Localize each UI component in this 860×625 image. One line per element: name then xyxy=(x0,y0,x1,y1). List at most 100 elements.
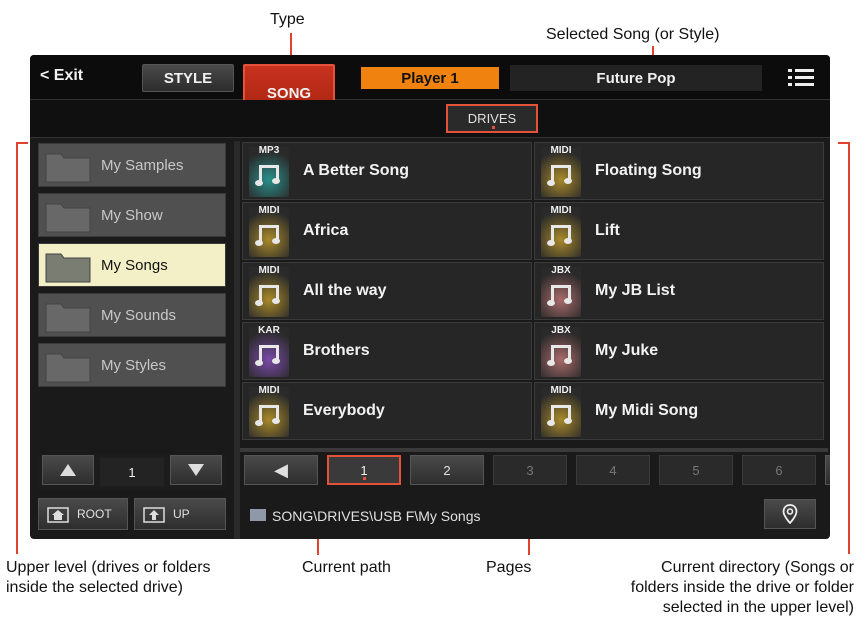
song-item[interactable]: MIDI Lift xyxy=(534,202,824,260)
folder-item[interactable]: My Songs xyxy=(38,243,226,287)
page-button[interactable]: 1 xyxy=(327,455,401,485)
root-button[interactable]: ROOT xyxy=(38,498,128,530)
folder-item[interactable]: My Sounds xyxy=(38,293,226,337)
page-button[interactable]: 5 xyxy=(659,455,733,485)
folder-page-number: 1 xyxy=(100,458,164,486)
song-item[interactable]: MIDI Africa xyxy=(242,202,532,260)
folder-label: My Songs xyxy=(101,257,168,274)
scroll-up-button[interactable] xyxy=(42,455,94,485)
folder-icon xyxy=(45,353,91,383)
file-type-label: MIDI xyxy=(258,385,280,396)
path-bar: SONG\DRIVES\USB F\My Songs xyxy=(242,495,825,535)
callout-upper-level-tick-top xyxy=(16,142,28,144)
folder-item[interactable]: My Show xyxy=(38,193,226,237)
tab-indicator-dot xyxy=(492,126,495,129)
callout-current-directory: Current directory (Songs or folders insi… xyxy=(630,559,854,616)
page-button[interactable]: 4 xyxy=(576,455,650,485)
song-label: A Better Song xyxy=(303,162,410,179)
triangle-up-icon xyxy=(60,464,76,476)
root-label: ROOT xyxy=(77,507,112,521)
callout-type: Type xyxy=(270,11,305,28)
file-type-label: MIDI xyxy=(258,265,280,276)
song-item[interactable]: JBX My JB List xyxy=(534,262,824,320)
top-bar: < Exit STYLE SONG Player 1 Future Pop xyxy=(30,55,830,122)
scroll-down-button[interactable] xyxy=(170,455,222,485)
song-label: Brothers xyxy=(303,342,370,359)
exit-button[interactable]: < Exit xyxy=(40,67,83,85)
page-prev-button[interactable]: ◀ xyxy=(244,455,318,485)
page-selector: ◀ 123456 ▶ xyxy=(244,455,830,487)
song-label: My Midi Song xyxy=(595,402,699,419)
page-button[interactable]: 2 xyxy=(410,455,484,485)
song-label: Floating Song xyxy=(595,162,702,179)
page-button[interactable]: 3 xyxy=(493,455,567,485)
page-indicator-dot xyxy=(363,477,366,480)
style-type-button[interactable]: STYLE xyxy=(142,64,234,92)
song-item[interactable]: MIDI My Midi Song xyxy=(534,382,824,440)
music-note-icon xyxy=(255,165,280,186)
folder-item[interactable]: My Samples xyxy=(38,143,226,187)
folder-icon xyxy=(45,203,91,233)
file-type-label: MIDI xyxy=(550,205,572,216)
page-button[interactable]: 6 xyxy=(742,455,816,485)
folder-label: My Styles xyxy=(101,357,167,374)
folder-icon xyxy=(45,153,91,183)
up-label: UP xyxy=(173,507,190,521)
tab-drives-label: DRIVES xyxy=(467,111,517,126)
file-type-label: JBX xyxy=(551,325,571,336)
callout-current-path: Current path xyxy=(302,559,391,576)
song-item[interactable]: MIDI Everybody xyxy=(242,382,532,440)
folder-label: My Samples xyxy=(101,157,184,174)
music-note-icon xyxy=(255,285,280,306)
folder-label: My Sounds xyxy=(101,307,177,324)
music-note-icon xyxy=(547,165,572,186)
song-label: My JB List xyxy=(595,282,676,299)
callout-upper-level: Upper level (drives or folders inside th… xyxy=(6,559,211,596)
page-next-button[interactable]: ▶ xyxy=(825,455,830,485)
song-item[interactable]: JBX My Juke xyxy=(534,322,824,380)
file-type-label: JBX xyxy=(551,265,571,276)
file-type-label: MP3 xyxy=(258,145,280,156)
up-button[interactable]: UP xyxy=(134,498,226,530)
file-type-label: MIDI xyxy=(550,145,572,156)
song-label: Lift xyxy=(595,222,620,239)
tab-drives[interactable]: DRIVES xyxy=(446,104,538,133)
folder-icon xyxy=(45,303,91,333)
music-note-icon xyxy=(547,405,572,426)
callout-pages: Pages xyxy=(486,559,532,576)
home-folder-icon xyxy=(47,507,69,523)
current-path: SONG\DRIVES\USB F\My Songs xyxy=(272,508,481,524)
song-item[interactable]: MP3 A Better Song xyxy=(242,142,532,200)
music-note-icon xyxy=(255,225,280,246)
song-item[interactable]: MIDI All the way xyxy=(242,262,532,320)
folder-icon xyxy=(250,509,266,521)
player-selector[interactable]: Player 1 xyxy=(361,67,499,89)
scroll-track xyxy=(240,448,828,452)
tab-bar: DRIVES xyxy=(30,100,830,138)
music-note-icon xyxy=(255,345,280,366)
location-pin-icon xyxy=(782,504,798,524)
song-label: My Juke xyxy=(595,342,659,359)
song-grid: MP3 A Better Song MIDI Floating Song MIDI Afr… xyxy=(242,142,825,444)
song-label: Africa xyxy=(303,222,349,239)
locate-button[interactable] xyxy=(764,499,816,529)
song-label: All the way xyxy=(303,282,387,299)
song-item[interactable]: MIDI Floating Song xyxy=(534,142,824,200)
folder-up-icon xyxy=(143,507,165,523)
song-item[interactable]: KAR Brothers xyxy=(242,322,532,380)
song-label: Everybody xyxy=(303,402,385,419)
panel-divider xyxy=(234,141,240,539)
callout-upper-level-bracket xyxy=(16,142,18,554)
file-type-label: KAR xyxy=(258,325,280,336)
menu-icon[interactable] xyxy=(788,69,814,87)
folder-icon xyxy=(45,253,91,283)
file-type-label: MIDI xyxy=(550,385,572,396)
music-note-icon xyxy=(547,345,572,366)
music-note-icon xyxy=(255,405,280,426)
callout-current-dir-tick-top xyxy=(838,142,850,144)
folder-item[interactable]: My Styles xyxy=(38,343,226,387)
selected-song-name: Future Pop xyxy=(510,65,762,91)
triangle-down-icon xyxy=(188,464,204,476)
song-select-screen: < Exit STYLE SONG Player 1 Future Pop DR… xyxy=(30,55,830,539)
music-note-icon xyxy=(547,285,572,306)
